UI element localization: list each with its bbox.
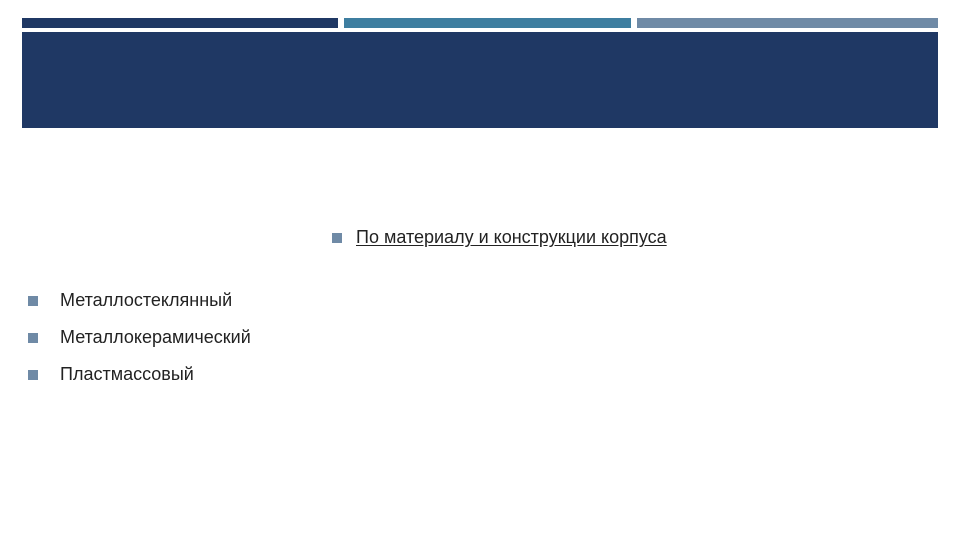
heading-row: По материалу и конструкции корпуса [332, 227, 667, 248]
list-item: Пластмассовый [28, 364, 251, 385]
list-item-text: Металлокерамический [60, 327, 251, 348]
title-band [22, 32, 938, 128]
square-bullet-icon [332, 233, 342, 243]
square-bullet-icon [28, 370, 38, 380]
square-bullet-icon [28, 296, 38, 306]
accent-bar-1 [22, 18, 338, 28]
list-item-text: Металлостеклянный [60, 290, 232, 311]
list-item: Металлостеклянный [28, 290, 251, 311]
list-item-text: Пластмассовый [60, 364, 194, 385]
top-accent-bars [22, 18, 938, 28]
accent-bar-3 [637, 18, 938, 28]
slide: По материалу и конструкции корпуса Метал… [0, 0, 960, 540]
heading-text: По материалу и конструкции корпуса [356, 227, 667, 248]
accent-bar-2 [344, 18, 631, 28]
list-item: Металлокерамический [28, 327, 251, 348]
square-bullet-icon [28, 333, 38, 343]
body-list: Металлостеклянный Металлокерамический Пл… [28, 290, 251, 401]
